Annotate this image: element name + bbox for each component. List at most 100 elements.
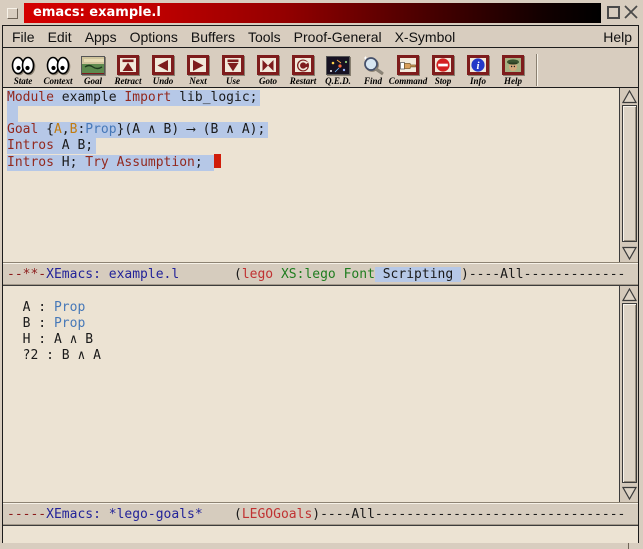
undo-icon xyxy=(152,54,174,76)
menu-item-help[interactable]: Help xyxy=(603,29,632,45)
menu-item-apps[interactable]: Apps xyxy=(85,29,117,45)
modeline-segment xyxy=(179,267,234,282)
buffer-line xyxy=(7,106,619,122)
menu-item-options[interactable]: Options xyxy=(130,29,178,45)
toolbar-button-context[interactable]: Context xyxy=(41,51,75,86)
toolbar-button-label: Q.E.D. xyxy=(325,76,351,86)
toolbar-button-restart[interactable]: Restart xyxy=(286,51,320,86)
scroll-up-icon[interactable] xyxy=(622,90,637,104)
window-title[interactable]: emacs: example.l xyxy=(24,3,601,23)
toolbar-button-use[interactable]: Use xyxy=(216,51,250,86)
toolbar-button-label: Undo xyxy=(153,76,174,86)
buffer-line: A : Prop xyxy=(7,300,619,316)
menu-item-edit[interactable]: Edit xyxy=(48,29,72,45)
toolbar-button-qed[interactable]: Q.E.D. xyxy=(321,51,355,86)
buffer-line: Intros A B; xyxy=(7,138,619,154)
modeline-segment: --**- xyxy=(7,267,46,282)
toolbar-button-goal[interactable]: Goal xyxy=(76,51,110,86)
toolbar-button-label: Use xyxy=(226,76,240,86)
toolbar-button-next[interactable]: Next xyxy=(181,51,215,86)
modeline-segment: ----All-------------------------------- xyxy=(320,507,625,522)
goals-buffer[interactable]: A : Prop B : Prop H : A ∧ B ?2 : B ∧ A xyxy=(3,286,619,503)
scrollbar-thumb[interactable] xyxy=(622,303,637,483)
toolbar-button-stop[interactable]: Stop xyxy=(426,51,460,86)
modeline-segment: ----All------------- xyxy=(469,267,626,282)
scroll-up-icon[interactable] xyxy=(622,288,637,302)
modeline-segment: LEGOGoals xyxy=(242,507,312,522)
locked-region xyxy=(7,106,18,122)
locked-region: Intros A B; xyxy=(7,138,96,154)
toolbar-button-info[interactable]: iInfo xyxy=(461,51,495,86)
toolbar-button-find[interactable]: Find xyxy=(356,51,390,86)
toolbar-button-label: Goal xyxy=(84,76,102,86)
buffer-line: Goal {A,B:Prop}(A ∧ B) ⟶ (B ∧ A); xyxy=(7,122,619,138)
locked-region: Goal {A,B:Prop}(A ∧ B) ⟶ (B ∧ A); xyxy=(7,122,268,138)
window-menu-button[interactable] xyxy=(7,8,18,19)
buffer-line: B : Prop xyxy=(7,316,619,332)
buffer-line: H : A ∧ B xyxy=(7,332,619,348)
help-picture-icon xyxy=(502,54,524,76)
retract-icon xyxy=(117,54,139,76)
modeline-script-buffer: --**-XEmacs: example.l (lego XS:lego Fon… xyxy=(3,263,638,286)
next-icon xyxy=(187,54,209,76)
eyes-icon xyxy=(46,54,70,76)
restart-icon xyxy=(292,54,314,76)
menu-item-x-symbol[interactable]: X-Symbol xyxy=(395,29,456,45)
modeline-segment xyxy=(203,507,234,522)
use-icon xyxy=(222,54,244,76)
maximize-button[interactable] xyxy=(607,6,620,19)
toolbar-button-label: Next xyxy=(189,76,207,86)
toolbar-button-help[interactable]: Help xyxy=(496,51,530,86)
modeline-segment: lego xyxy=(242,267,273,282)
menu-item-proof-general[interactable]: Proof-General xyxy=(294,29,382,45)
modeline-segment: ) xyxy=(461,267,469,282)
title-bar: emacs: example.l xyxy=(0,0,643,25)
modeline-segment: XEmacs: example.l xyxy=(46,267,179,282)
modeline-segment xyxy=(336,267,344,282)
goals-scrollbar[interactable] xyxy=(619,286,638,503)
modeline-segment: ( xyxy=(234,267,242,282)
buffer-line: ?2 : B ∧ A xyxy=(7,348,619,364)
find-icon xyxy=(361,54,385,76)
toolbar-button-label: Command xyxy=(389,76,428,86)
buffer-line: Intros H; Try Assumption; xyxy=(7,154,619,170)
modeline-segment: Font xyxy=(344,267,375,282)
toolbar-button-undo[interactable]: Undo xyxy=(146,51,180,86)
menu-item-file[interactable]: File xyxy=(12,29,35,45)
toolbar-separator xyxy=(536,54,538,86)
modeline-segment: ----- xyxy=(7,507,46,522)
window-frame: emacs: example.l File Edit Apps Options Buff… xyxy=(0,0,643,549)
resize-grip[interactable] xyxy=(628,543,642,549)
modeline-segment: ( xyxy=(234,507,242,522)
eyes-icon xyxy=(11,54,35,76)
script-buffer[interactable]: Module example Import lib_logic; Goal {A… xyxy=(3,88,619,263)
toolbar-button-label: Info xyxy=(470,76,486,86)
scroll-down-icon[interactable] xyxy=(622,246,637,260)
close-icon[interactable] xyxy=(623,4,639,20)
command-icon xyxy=(397,54,419,76)
script-scrollbar[interactable] xyxy=(619,88,638,263)
goal-picture-icon xyxy=(81,54,105,76)
scroll-down-icon[interactable] xyxy=(622,486,637,500)
toolbar-button-command[interactable]: Command xyxy=(391,51,425,86)
toolbar-button-label: Retract xyxy=(115,76,142,86)
minibuffer[interactable] xyxy=(3,526,638,543)
toolbar-button-goto[interactable]: Goto xyxy=(251,51,285,86)
scrollbar-thumb[interactable] xyxy=(622,105,637,242)
modeline-segment: ) xyxy=(312,507,320,522)
menu-bar: File Edit Apps Options Buffers Tools Proof-Gen… xyxy=(3,26,638,48)
menu-item-buffers[interactable]: Buffers xyxy=(191,29,235,45)
locked-region: Intros H; Try Assumption; xyxy=(7,155,214,171)
toolbar-button-retract[interactable]: Retract xyxy=(111,51,145,86)
info-icon: i xyxy=(467,54,489,76)
toolbar-button-label: Context xyxy=(43,76,72,86)
modeline-segment: XS:lego xyxy=(281,267,336,282)
toolbar-button-label: Restart xyxy=(290,76,317,86)
toolbar-button-state[interactable]: State xyxy=(6,51,40,86)
locked-region: Module example Import lib_logic; xyxy=(7,90,260,106)
toolbar-button-label: Find xyxy=(364,76,382,86)
toolbar-button-label: Goto xyxy=(259,76,277,86)
buffer-line: Module example Import lib_logic; xyxy=(7,90,619,106)
modeline-segment: Scripting xyxy=(375,267,461,282)
menu-item-tools[interactable]: Tools xyxy=(248,29,281,45)
